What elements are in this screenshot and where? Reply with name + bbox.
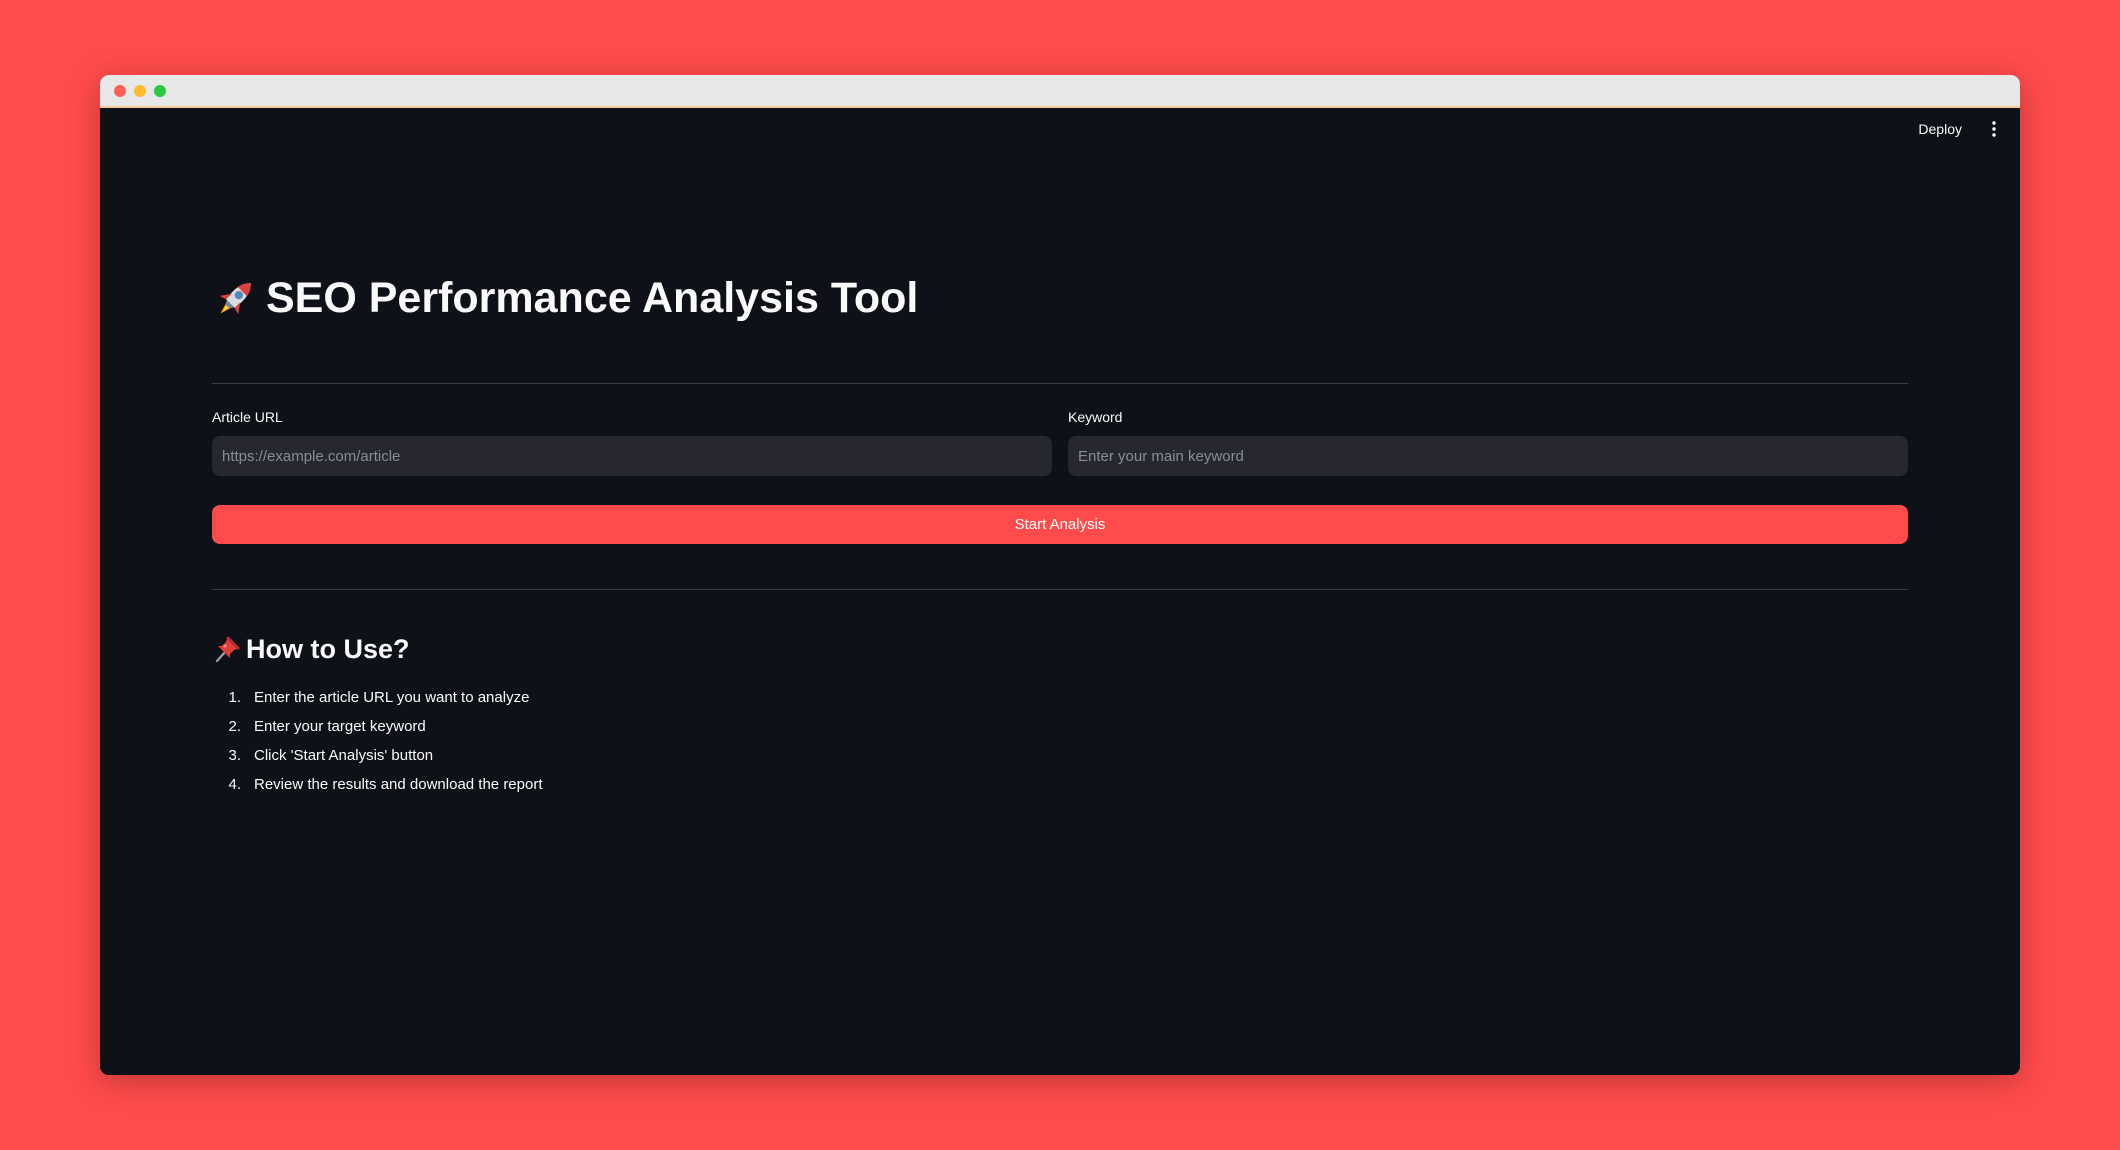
step-text: Enter your target keyword	[254, 718, 426, 735]
article-url-label: Article URL	[212, 409, 283, 425]
article-url-input[interactable]	[212, 436, 1052, 476]
step-text: Enter the article URL you want to analyz…	[254, 689, 530, 706]
keyword-label: Keyword	[1068, 409, 1123, 425]
list-item: 2. Enter your target keyword	[212, 712, 543, 741]
deploy-button[interactable]: Deploy	[1908, 115, 1972, 143]
list-item: 3. Click 'Start Analysis' button	[212, 741, 543, 770]
rocket-icon	[212, 274, 260, 322]
step-number: 3.	[228, 747, 241, 764]
pushpin-icon	[212, 634, 242, 664]
page-title-text: SEO Performance Analysis Tool	[266, 274, 919, 322]
list-item: 4. Review the results and download the r…	[212, 770, 543, 799]
minimize-window-button[interactable]	[134, 85, 146, 97]
page-title: SEO Performance Analysis Tool	[212, 270, 918, 326]
browser-window: Deploy SEO Performance Analysis Tool Art…	[100, 75, 2020, 1075]
streamlit-app: Deploy SEO Performance Analysis Tool Art…	[100, 108, 2020, 1075]
list-item: 1. Enter the article URL you want to ana…	[212, 683, 543, 712]
main-menu-button[interactable]	[1980, 115, 2008, 143]
top-divider	[212, 383, 1908, 384]
step-number: 4.	[228, 776, 241, 793]
window-titlebar	[100, 75, 2020, 108]
start-analysis-button[interactable]: Start Analysis	[212, 505, 1908, 544]
step-number: 2.	[228, 718, 241, 735]
keyword-input[interactable]	[1068, 436, 1908, 476]
middle-divider	[212, 589, 1908, 590]
step-text: Click 'Start Analysis' button	[254, 747, 434, 764]
how-to-heading-text: How to Use?	[246, 634, 410, 664]
maximize-window-button[interactable]	[154, 85, 166, 97]
how-to-heading: How to Use?	[212, 631, 410, 667]
close-window-button[interactable]	[114, 85, 126, 97]
keyword-field: Keyword	[1068, 409, 1908, 476]
app-toolbar: Deploy	[1908, 108, 2020, 150]
vertical-dots-icon	[1992, 121, 1996, 137]
article-url-field: Article URL	[212, 409, 1052, 476]
step-text: Review the results and download the repo…	[254, 776, 543, 793]
step-number: 1.	[228, 689, 241, 706]
how-to-steps: 1. Enter the article URL you want to ana…	[212, 683, 543, 799]
